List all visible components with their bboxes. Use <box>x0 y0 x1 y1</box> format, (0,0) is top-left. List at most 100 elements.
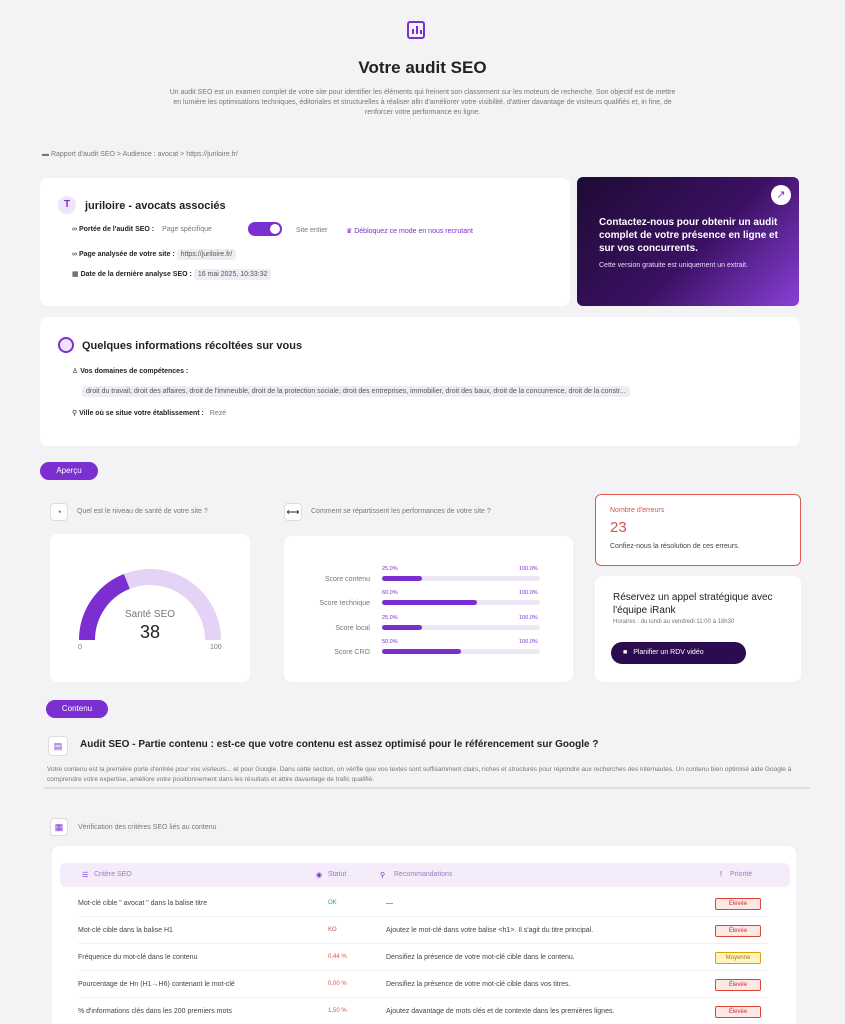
gauge-value: 38 <box>139 622 161 642</box>
table-row: Mot-clé cible " avocat " dans la balise … <box>78 891 768 917</box>
score-label: Score CRO <box>334 649 370 656</box>
criteria-header-icon: ☰ <box>82 872 89 879</box>
city-value: Rezé <box>209 410 227 417</box>
breadcrumb-item[interactable]: Rapport d'audit SEO <box>51 151 115 158</box>
row-priority-badge: Élevée <box>715 898 761 910</box>
score-bar-track <box>382 600 540 605</box>
errors-card[interactable]: Nombre d'erreurs 23 Confiez-nous la réso… <box>595 494 801 566</box>
score-bar-fill <box>382 649 461 654</box>
row-status: OK <box>328 900 337 906</box>
row-priority-badge: Élevée <box>715 979 761 991</box>
status-header-icon: ◉ <box>316 872 323 879</box>
header-priorite: Priorité <box>730 871 753 878</box>
header-statut: Statut <box>328 871 347 878</box>
page-url[interactable]: https://juriloire.fr/ <box>176 249 237 260</box>
exclamation-icon: ! <box>720 871 722 878</box>
errors-text: Confiez-nous la résolution de ces erreur… <box>610 543 740 550</box>
breadcrumb: ▬ Rapport d'audit SEO > Audience : avoca… <box>42 151 238 158</box>
row-status: 1,50 % <box>328 1008 347 1014</box>
schedule-video-button[interactable]: ■ Planifier un RDV vidéo <box>611 642 746 664</box>
row-status: 0,00 % <box>328 981 347 987</box>
call-card: Réservez un appel stratégique avec l'équ… <box>595 576 801 682</box>
table-row: Fréquence du mot-clé dans le contenu 0,44… <box>78 945 768 971</box>
score-current: 25.0% <box>382 566 398 572</box>
score-bar-track <box>382 625 540 630</box>
score-label: Score local <box>335 625 370 632</box>
row-priority-badge: Élevée <box>715 925 761 937</box>
row-recommendation: Ajoutez le mot-clé dans votre balise <h1… <box>386 927 594 934</box>
seo-health-gauge <box>79 569 221 641</box>
score-label: Score technique <box>319 600 370 607</box>
score-current: 60.0% <box>382 590 398 596</box>
page-intro: Un audit SEO est un examen complet de vo… <box>169 89 676 116</box>
gauge-icon: ◔ <box>50 503 68 521</box>
health-question: Quel est le niveau de santé de votre sit… <box>77 508 208 515</box>
scores-card: Score contenu 25.0% 100.0% Score technique 6… <box>284 536 573 682</box>
score-max: 100.0% <box>519 590 538 596</box>
site-name: juriloire - avocats associés <box>85 200 226 212</box>
errors-count: 23 <box>610 519 627 536</box>
folder-icon: ▬ <box>42 151 49 158</box>
header-critere: Critère SEO <box>94 871 132 878</box>
scope-toggle[interactable] <box>248 222 282 236</box>
score-label: Score contenu <box>324 576 370 583</box>
apercu-tag[interactable]: Aperçu <box>40 462 98 480</box>
errors-title: Nombre d'erreurs <box>610 507 665 514</box>
promo-subtitle: Cette version gratuite est uniquement un… <box>599 262 749 269</box>
row-criterion: % d'informations clés dans les 200 premi… <box>78 1008 232 1015</box>
breadcrumb-item[interactable]: https://juriloire.fr/ <box>186 151 238 158</box>
arrow-up-right-icon[interactable]: ↗ <box>771 185 791 205</box>
calendar-icon: ▦ <box>72 271 79 278</box>
document-icon: ▤ <box>48 736 68 756</box>
split-arrows-icon: ⟷ <box>284 503 302 521</box>
row-criterion: Fréquence du mot-clé dans le contenu <box>78 954 198 961</box>
link-icon: ∞ <box>72 226 77 233</box>
user-icon: ♙ <box>72 368 79 375</box>
gauge-card: Santé SEO 38 0 100 <box>50 534 250 682</box>
contenu-title: Audit SEO - Partie contenu : est-ce que … <box>80 739 599 750</box>
row-criterion: Mot-clé cible dans la balise H1 <box>78 927 173 934</box>
analysis-date: 16 mai 2025, 10:33:32 <box>193 269 272 280</box>
contenu-tag[interactable]: Contenu <box>46 700 108 718</box>
score-bar-fill <box>382 600 477 605</box>
table-row: % d'informations clés dans les 200 premi… <box>78 999 768 1024</box>
gauge-min: 0 <box>78 644 82 651</box>
row-status: KO <box>328 927 337 933</box>
promo-card[interactable]: ↗ Contactez-nous pour obtenir un audit c… <box>577 177 799 306</box>
row-priority-badge: Moyenne <box>715 952 761 964</box>
gauge-max: 100 <box>210 644 222 651</box>
table-icon: ▦ <box>50 818 68 836</box>
location-icon: ⚲ <box>72 410 78 417</box>
report-logo-icon <box>407 21 425 39</box>
promo-title: Contactez-nous pour obtenir un audit com… <box>599 217 778 254</box>
table-row: Mot-clé cible dans la balise H1 KO Ajoutez… <box>78 918 768 944</box>
lightbulb-icon: ⚲ <box>380 872 386 879</box>
header-reco: Recommandations <box>394 871 453 878</box>
row-recommendation: Densifiez la présence de votre mot-clé c… <box>386 954 575 961</box>
contenu-desc: Votre contenu est la première porte d'en… <box>47 766 792 783</box>
row-criterion: Pourcentage de Hn (H1→H6) contenant le m… <box>78 981 235 988</box>
row-recommendation: Densifiez la présence de votre mot-clé c… <box>386 981 571 988</box>
gauge-label: Santé SEO <box>124 609 176 620</box>
video-icon: ■ <box>623 649 628 656</box>
call-hours: Horaires : du lundi au vendredi 11:00 à … <box>613 619 735 625</box>
call-title: Réservez un appel stratégique avec l'équ… <box>613 592 773 616</box>
divider <box>44 787 810 789</box>
page-title: Votre audit SEO <box>358 58 487 77</box>
row-recommendation: Ajoutez davantage de mots clés et de con… <box>386 1008 615 1015</box>
row-priority-badge: Élevée <box>715 1006 761 1018</box>
unlock-link[interactable]: ♛ Débloquez ce mode en nous recrutant <box>346 227 473 235</box>
table-row: Pourcentage de Hn (H1→H6) contenant le m… <box>78 972 768 998</box>
breadcrumb-item[interactable]: Audience : avocat <box>123 151 179 158</box>
scope-right-label: Site entier <box>296 227 328 234</box>
score-bar-track <box>382 576 540 581</box>
score-max: 100.0% <box>519 615 538 621</box>
info-card: Quelques informations récoltées sur vous… <box>40 317 800 446</box>
site-card: T juriloire - avocats associés ∞ Portée … <box>40 178 570 306</box>
info-title: Quelques informations récoltées sur vous <box>82 340 303 352</box>
score-bar-track <box>382 649 540 654</box>
score-max: 100.0% <box>519 639 538 645</box>
crown-icon: ♛ <box>346 228 353 235</box>
score-max: 100.0% <box>519 566 538 572</box>
row-criterion: Mot-clé cible " avocat " dans la balise … <box>78 900 208 907</box>
